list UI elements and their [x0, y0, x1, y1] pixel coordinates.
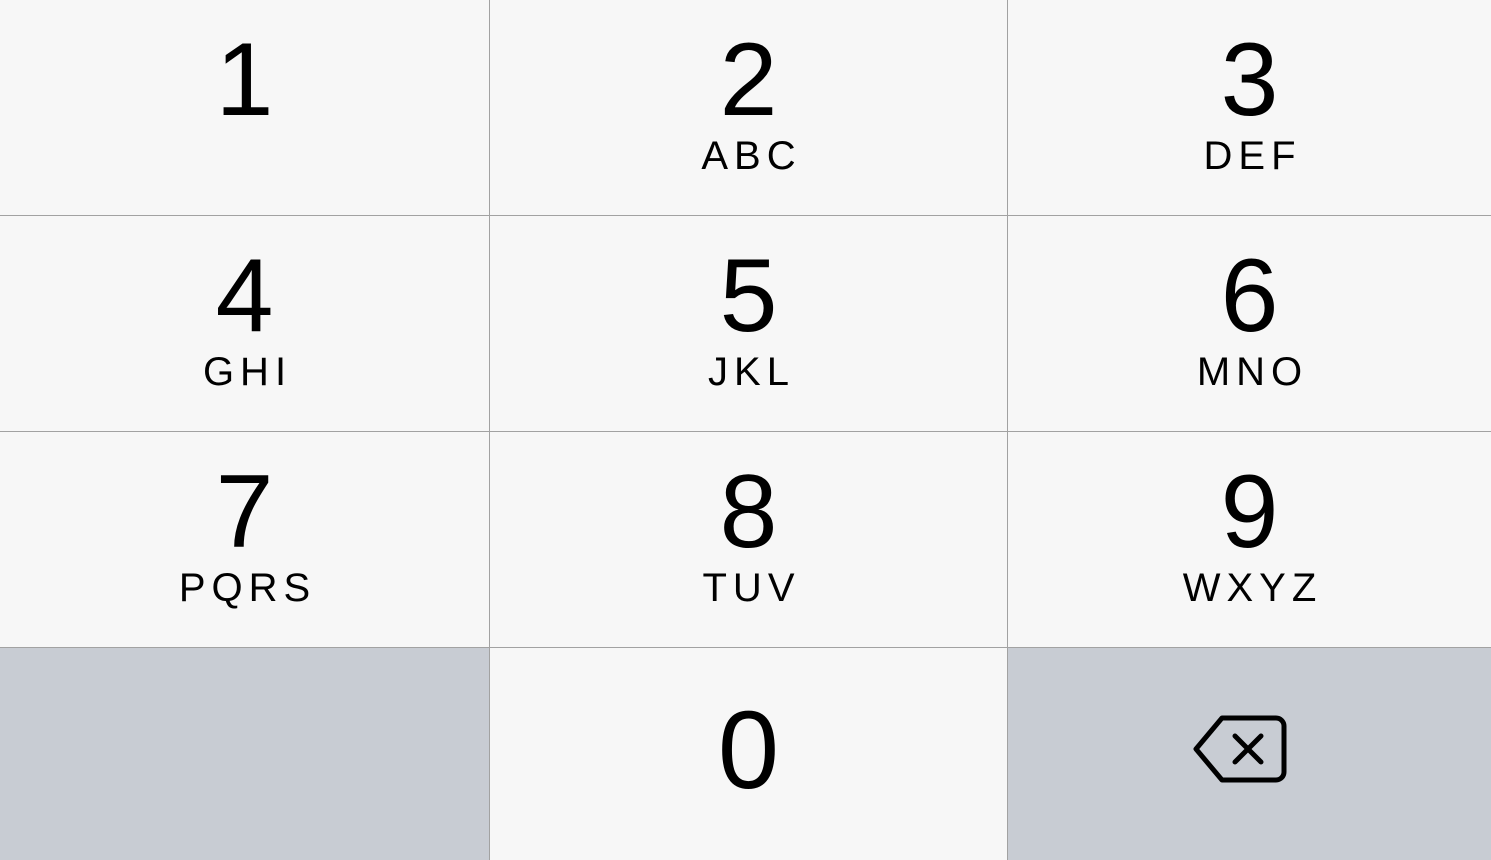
key-8[interactable]: 8 TUV [490, 432, 1008, 648]
key-digit: 6 [1220, 238, 1279, 354]
key-digit: 5 [719, 238, 778, 354]
key-letters: GHI [202, 350, 293, 394]
key-digit: 4 [215, 238, 274, 354]
key-letters: MNO [1196, 350, 1309, 394]
key-9[interactable]: 9 WXYZ [1008, 432, 1491, 648]
delete-key[interactable] [1008, 648, 1491, 860]
key-6[interactable]: 6 MNO [1008, 216, 1491, 432]
key-letters: JKL [708, 350, 795, 394]
key-0[interactable]: 0 [490, 648, 1008, 860]
key-1[interactable]: 1 [0, 0, 490, 216]
key-digit: 2 [719, 22, 778, 138]
numeric-keypad: 1 2 ABC 3 DEF 4 GHI 5 JKL 6 MNO 7 PQRS 8… [0, 0, 1491, 860]
key-letters: TUV [702, 566, 801, 610]
key-digit: 1 [215, 22, 274, 138]
key-5[interactable]: 5 JKL [490, 216, 1008, 432]
key-digit: 7 [215, 454, 274, 570]
key-letters: ABC [701, 134, 802, 178]
key-3[interactable]: 3 DEF [1008, 0, 1491, 216]
key-letters: DEF [1203, 134, 1302, 178]
key-4[interactable]: 4 GHI [0, 216, 490, 432]
key-7[interactable]: 7 PQRS [0, 432, 490, 648]
key-digit: 9 [1220, 454, 1279, 570]
empty-key [0, 648, 490, 860]
key-digit: 3 [1220, 22, 1279, 138]
key-digit: 0 [717, 689, 780, 812]
key-digit: 8 [719, 454, 778, 570]
key-2[interactable]: 2 ABC [490, 0, 1008, 216]
key-letters: PQRS [178, 566, 317, 610]
backspace-icon [1193, 715, 1286, 783]
key-letters: WXYZ [1182, 566, 1323, 610]
